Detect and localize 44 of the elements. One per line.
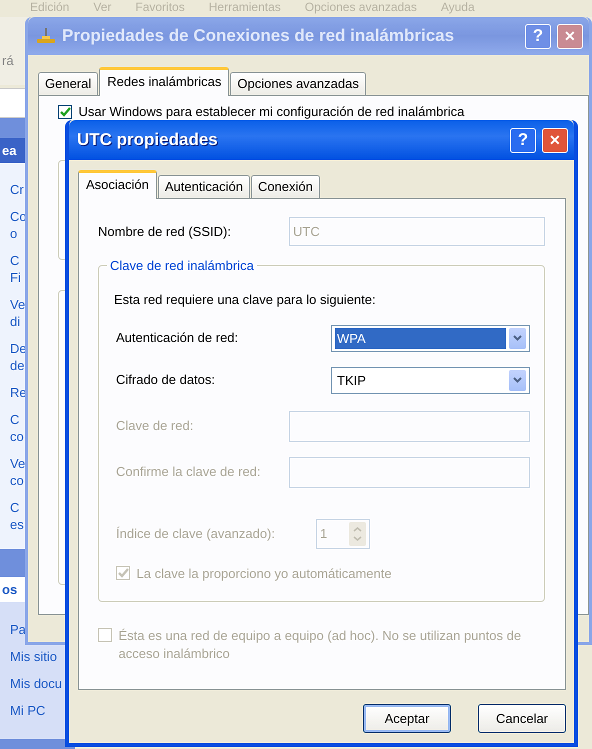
- task-link[interactable]: C Fi: [10, 252, 21, 286]
- spin-value: 1: [320, 524, 328, 543]
- field-label: Confirme la clave de red:: [116, 463, 261, 482]
- tab[interactable]: Asociación: [78, 170, 157, 199]
- field-label: Autenticación de red:: [116, 329, 238, 348]
- help-button[interactable]: ?: [510, 128, 536, 152]
- close-button[interactable]: ✕: [557, 24, 583, 48]
- task-link[interactable]: Re: [10, 384, 27, 401]
- toolbar-text: rá: [2, 52, 14, 70]
- cancel-button[interactable]: Cancelar: [478, 704, 566, 733]
- ok-button[interactable]: Aceptar: [363, 704, 451, 733]
- checkbox-label[interactable]: Usar Windows para establecer mi configuración de red inalámbrica: [78, 102, 464, 122]
- dropdown[interactable]: WPA: [331, 324, 530, 352]
- task-link[interactable]: C es: [10, 499, 24, 533]
- task-link[interactable]: Cr: [10, 181, 24, 198]
- tab[interactable]: Opciones avanzadas: [230, 72, 366, 95]
- task-link[interactable]: Mis sitio: [10, 648, 57, 665]
- field-label: Nombre de red (SSID):: [98, 222, 231, 241]
- help-button[interactable]: ?: [525, 24, 551, 48]
- task-link[interactable]: C co: [10, 411, 24, 445]
- task-link[interactable]: Mi PC: [10, 702, 46, 719]
- tab[interactable]: Redes inalámbricas: [99, 67, 230, 96]
- window-title: UTC propiedades: [77, 129, 219, 152]
- task-link[interactable]: Ve co: [10, 455, 26, 489]
- field-label: Clave de red:: [116, 417, 194, 436]
- window-title: Propiedades de Conexiones de red inalámbricas: [62, 25, 456, 48]
- network-icon: [36, 27, 56, 45]
- tab[interactable]: Autenticación: [158, 175, 250, 198]
- checkbox[interactable]: [58, 104, 72, 119]
- tab[interactable]: Conexión: [250, 175, 320, 198]
- input-field[interactable]: [289, 410, 530, 442]
- spin-arrows-icon: [349, 522, 366, 546]
- field-label: Cifrado de datos:: [116, 371, 216, 390]
- task-link[interactable]: Mis docu: [10, 675, 62, 692]
- task-link[interactable]: Ve di: [10, 296, 26, 330]
- input-field[interactable]: [289, 456, 530, 488]
- task-link[interactable]: Pa: [10, 621, 26, 638]
- tab[interactable]: General: [38, 72, 98, 95]
- dropdown-value: TKIP: [336, 372, 367, 390]
- field-label: Índice de clave (avanzado):: [116, 524, 276, 543]
- instruction-text: Esta red requiere una clave para lo siguiente:: [114, 291, 377, 309]
- dropdown[interactable]: TKIP: [331, 366, 530, 394]
- close-button[interactable]: ✕: [542, 128, 568, 152]
- dropdown-value: WPA: [335, 328, 506, 348]
